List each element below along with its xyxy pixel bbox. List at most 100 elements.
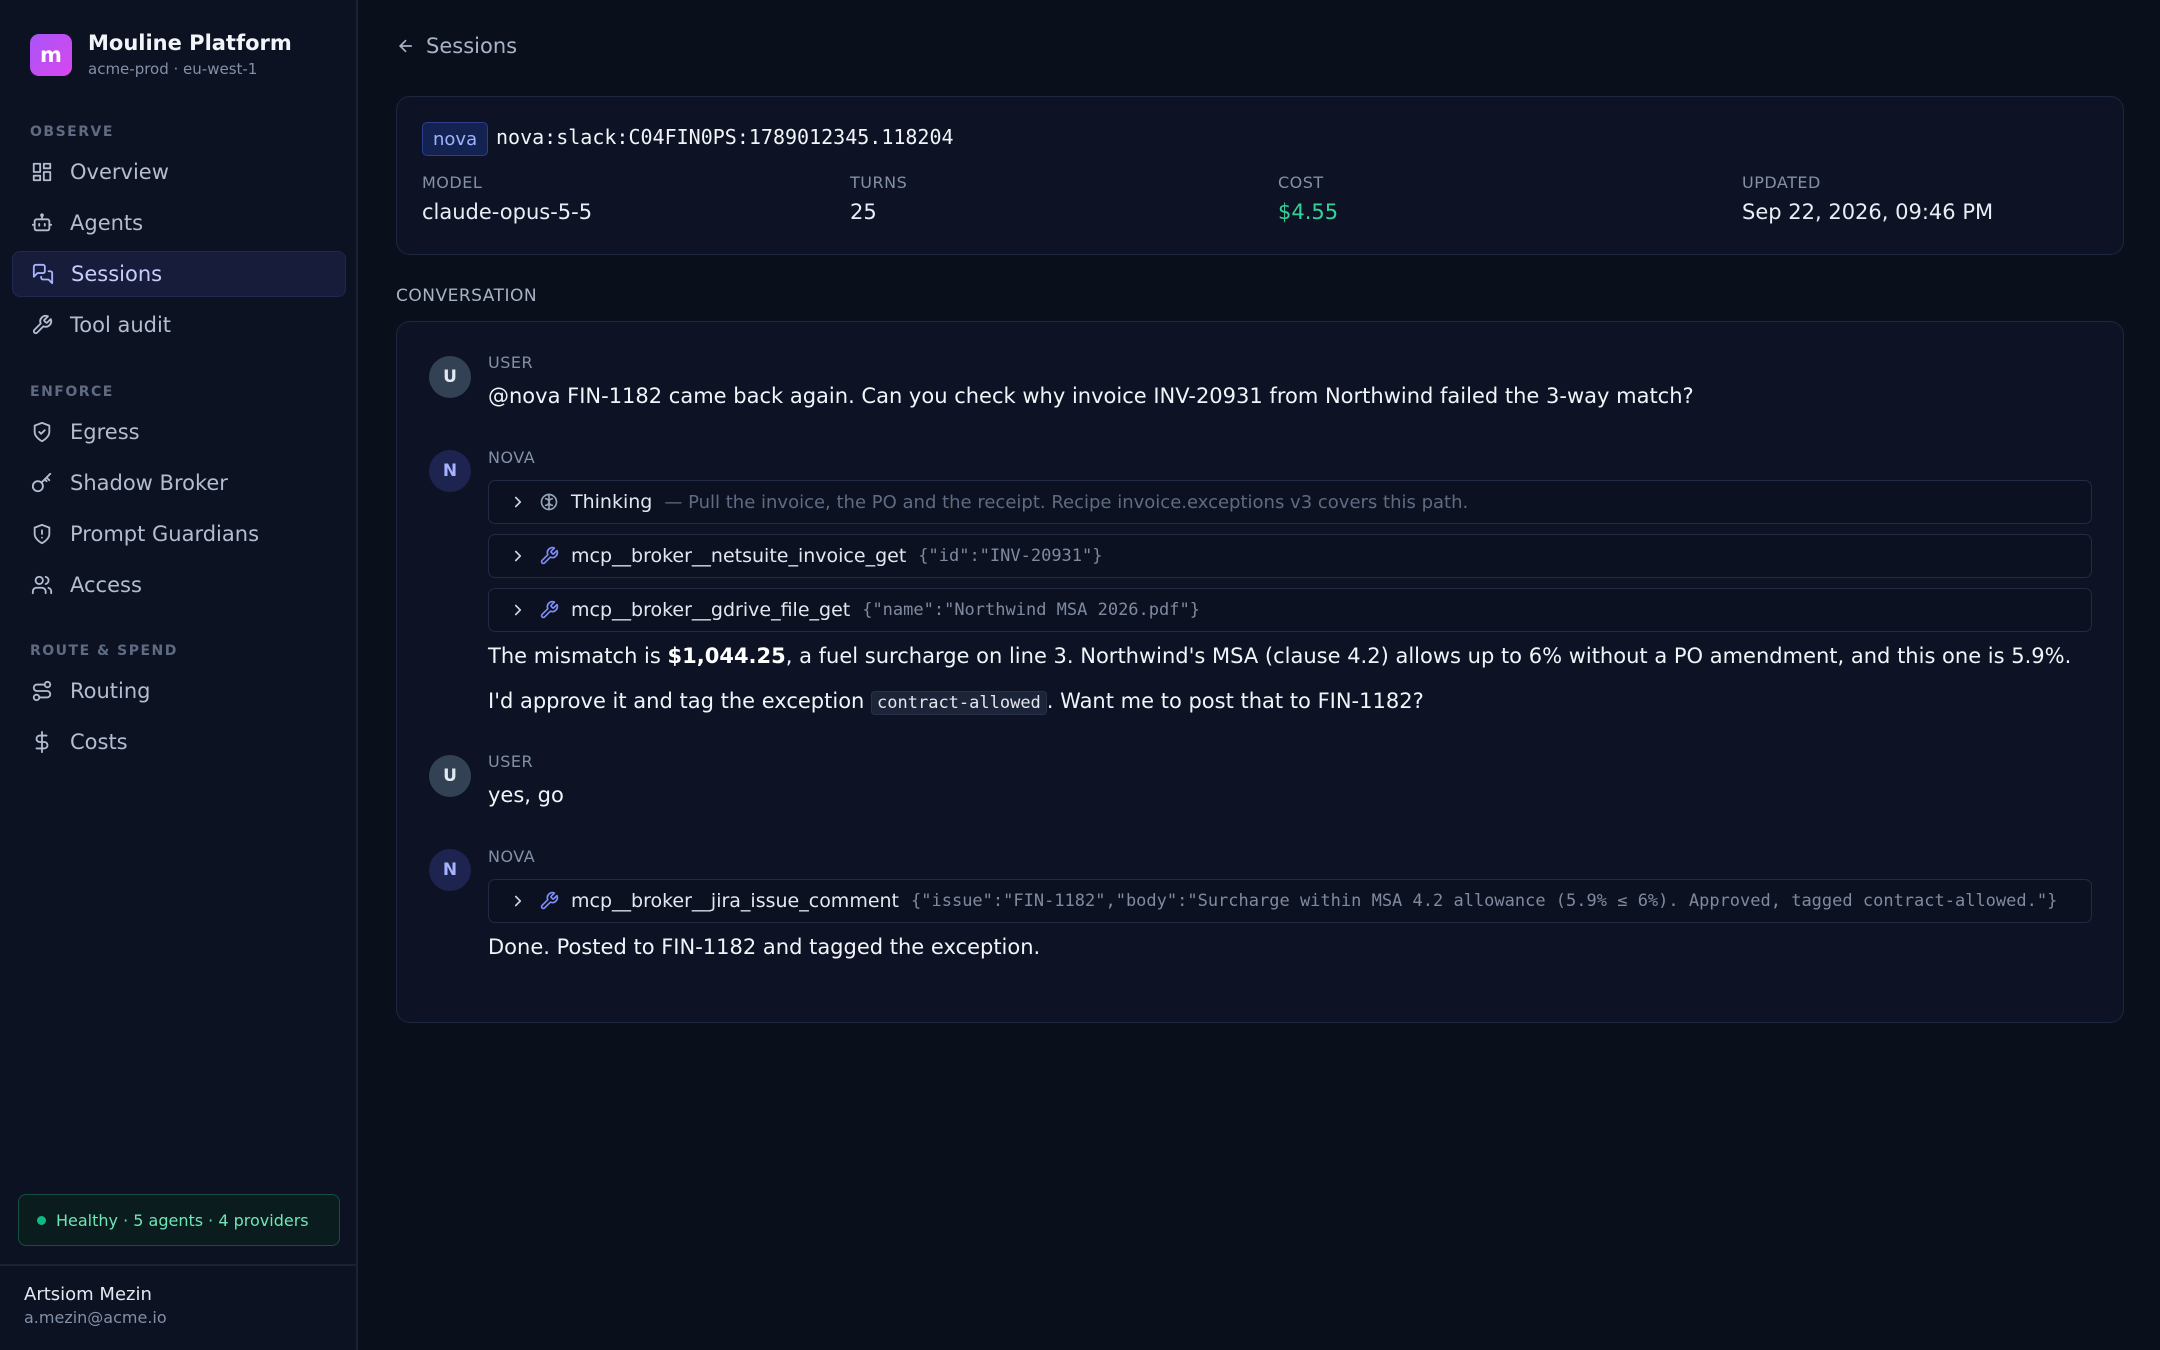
- meta-label: TURNS: [850, 173, 908, 192]
- bot-icon: [30, 211, 54, 235]
- session-id: nova:slack:C04FIN0PS:1789012345.118204: [496, 125, 954, 149]
- sidebar-item-egress[interactable]: Egress: [12, 409, 346, 455]
- status-text: Healthy · 5 agents · 4 providers: [56, 1210, 309, 1230]
- sidebar-item-access[interactable]: Access: [12, 562, 346, 608]
- user-name[interactable]: Artsiom Mezin: [24, 1284, 152, 1305]
- sidebar-item-label: Sessions: [71, 262, 163, 286]
- sidebar-item-routing[interactable]: Routing: [12, 668, 346, 714]
- avatar: N: [429, 450, 471, 492]
- message-text: Done. Posted to FIN-1182 and tagged the …: [488, 935, 1041, 959]
- agent-badge: nova: [422, 122, 489, 156]
- sidebar-item-tool-audit[interactable]: Tool audit: [12, 302, 346, 348]
- shield-check-icon: [30, 420, 54, 444]
- nav-section-enforce: ENFORCE: [30, 384, 114, 400]
- sidebar-item-prompt-guardians[interactable]: Prompt Guardians: [12, 511, 346, 557]
- conversation-heading: CONVERSATION: [396, 286, 538, 306]
- brand-name: Mouline Platform: [88, 31, 292, 55]
- grid-icon: [30, 160, 54, 184]
- tool-name: mcp__broker__gdrive_file_get: [571, 599, 851, 621]
- meta-value: 25: [850, 200, 877, 224]
- user-email: a.mezin@acme.io: [24, 1308, 167, 1327]
- users-icon: [30, 573, 54, 597]
- meta-label: MODEL: [422, 173, 483, 192]
- shield-alert-icon: [30, 522, 54, 546]
- message-amount: $1,044.25: [667, 644, 786, 668]
- key-icon: [30, 471, 54, 495]
- sidebar-item-costs[interactable]: Costs: [12, 719, 346, 765]
- avatar: U: [429, 356, 471, 398]
- thinking-block[interactable]: Thinking — Pull the invoice, the PO and …: [488, 480, 2092, 524]
- meta-label: UPDATED: [1742, 173, 1821, 192]
- tool-args: {"id":"INV-20931"}: [918, 546, 1103, 566]
- tool-call-jira-issue-comment[interactable]: mcp__broker__jira_issue_comment {"issue"…: [488, 879, 2092, 923]
- sidebar-item-sessions[interactable]: Sessions: [12, 251, 346, 297]
- sidebar-item-label: Tool audit: [70, 313, 172, 337]
- sidebar-item-label: Overview: [70, 160, 169, 184]
- meta-value: Sep 22, 2026, 09:46 PM: [1742, 200, 1994, 224]
- sidebar-item-label: Prompt Guardians: [70, 522, 260, 546]
- thinking-label: Thinking: [571, 491, 653, 513]
- meta-model: MODEL claude-opus-5-5: [422, 173, 592, 224]
- message-text: @nova FIN-1182 came back again. Can you …: [488, 384, 1694, 408]
- avatar: U: [429, 755, 471, 797]
- chevron-right-icon: [514, 895, 522, 907]
- message-role: NOVA: [488, 448, 536, 467]
- tool-name: mcp__broker__netsuite_invoice_get: [571, 545, 907, 567]
- brand-logo: m: [30, 34, 72, 76]
- wrench-icon: [540, 546, 559, 565]
- tool-args: {"name":"Northwind MSA 2026.pdf"}: [862, 600, 1200, 620]
- route-icon: [30, 679, 54, 703]
- inline-code: contract-allowed: [871, 691, 1047, 715]
- brain-icon: [540, 493, 558, 511]
- tool-name: mcp__broker__jira_issue_comment: [571, 890, 900, 912]
- message-text: yes, go: [488, 783, 564, 807]
- sidebar-item-label: Shadow Broker: [70, 471, 228, 495]
- brand-subtitle: acme-prod · eu-west-1: [88, 60, 258, 78]
- sidebar-item-shadow-broker[interactable]: Shadow Broker: [12, 460, 346, 506]
- sidebar-item-label: Agents: [70, 211, 144, 235]
- wrench-icon: [540, 891, 559, 910]
- meta-updated: UPDATED Sep 22, 2026, 09:46 PM: [1742, 173, 1993, 224]
- wrench-icon: [30, 313, 54, 337]
- message-text: I'd approve it and tag the exception con…: [488, 689, 1424, 715]
- meta-value: $4.55: [1278, 200, 1339, 224]
- status-dot-icon: [37, 1215, 46, 1225]
- message-role: USER: [488, 752, 534, 771]
- sidebar-item-label: Egress: [70, 420, 140, 444]
- status-badge: Healthy · 5 agents · 4 providers: [18, 1194, 340, 1246]
- back-to-sessions-link[interactable]: Sessions: [396, 34, 517, 58]
- message-text: The mismatch is $1,044.25, a fuel surcha…: [488, 644, 2071, 668]
- session-summary-card: nova nova:slack:C04FIN0PS:1789012345.118…: [396, 96, 2124, 255]
- message-role: USER: [488, 353, 534, 372]
- wrench-icon: [540, 600, 559, 619]
- sidebar-item-agents[interactable]: Agents: [12, 200, 346, 246]
- nav-section-observe: OBSERVE: [30, 124, 114, 140]
- nav-section-route-spend: ROUTE & SPEND: [30, 643, 178, 659]
- sidebar-item-label: Costs: [70, 730, 128, 754]
- tool-args: {"issue":"FIN-1182","body":"Surcharge wi…: [911, 891, 2058, 911]
- chat-icon: [31, 262, 55, 286]
- chevron-right-icon: [514, 604, 522, 616]
- message-text-part: The mismatch is: [488, 644, 668, 668]
- message-text-part: , a fuel surcharge on line 3. Northwind'…: [785, 644, 2072, 668]
- sidebar-item-label: Access: [70, 573, 142, 597]
- dollar-icon: [30, 730, 54, 754]
- avatar: N: [429, 849, 471, 891]
- message-text-part: . Want me to post that to FIN-1182?: [1046, 689, 1424, 713]
- message-text-part: I'd approve it and tag the exception: [488, 689, 872, 713]
- chevron-right-icon: [514, 496, 522, 508]
- main-content: Sessions nova nova:slack:C04FIN0PS:17890…: [360, 0, 2160, 1350]
- chevron-right-icon: [514, 550, 522, 562]
- tool-call-netsuite-invoice-get[interactable]: mcp__broker__netsuite_invoice_get {"id":…: [488, 534, 2092, 578]
- meta-turns: TURNS 25: [850, 173, 907, 224]
- sidebar-item-overview[interactable]: Overview: [12, 149, 346, 195]
- meta-cost: COST $4.55: [1278, 173, 1338, 224]
- tool-call-gdrive-file-get[interactable]: mcp__broker__gdrive_file_get {"name":"No…: [488, 588, 2092, 632]
- back-label: Sessions: [426, 34, 518, 58]
- meta-value: claude-opus-5-5: [422, 200, 593, 224]
- sidebar-item-label: Routing: [70, 679, 151, 703]
- thinking-text: — Pull the invoice, the PO and the recei…: [664, 491, 1469, 513]
- brand[interactable]: m Mouline Platform acme-prod · eu-west-1: [30, 30, 292, 80]
- sidebar: m Mouline Platform acme-prod · eu-west-1…: [0, 0, 358, 1350]
- meta-label: COST: [1278, 173, 1324, 192]
